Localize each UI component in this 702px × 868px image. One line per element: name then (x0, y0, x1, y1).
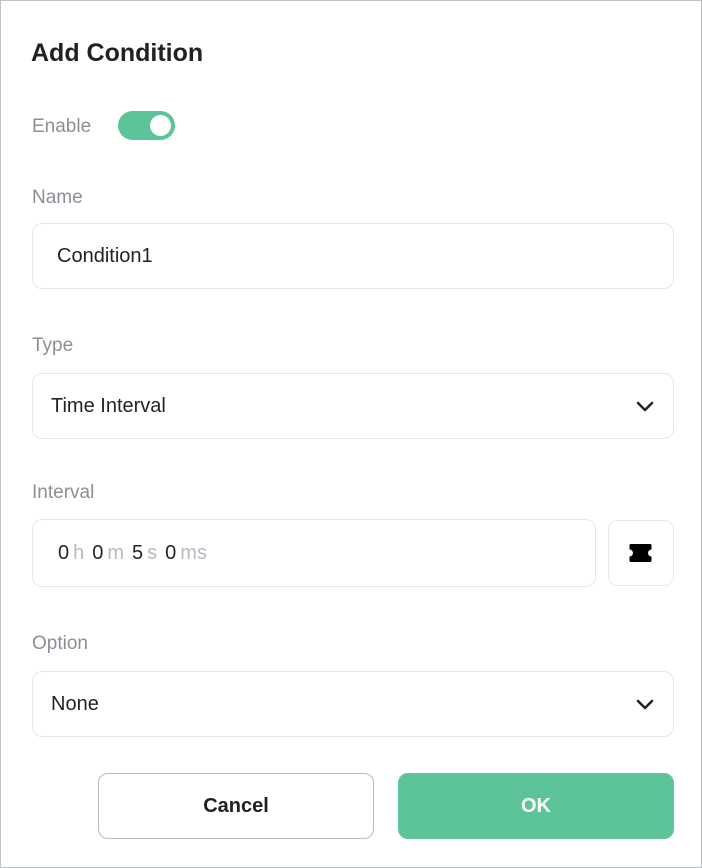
type-label: Type (32, 335, 74, 356)
toggle-knob (150, 115, 171, 136)
name-field-wrapper (32, 223, 674, 289)
dialog-title: Add Condition (31, 39, 204, 67)
option-selected-value: None (51, 692, 99, 715)
chevron-down-icon (636, 401, 654, 412)
type-selected-value: Time Interval (51, 394, 166, 417)
enable-toggle[interactable] (118, 111, 175, 140)
name-input[interactable] (33, 244, 673, 268)
hours-unit: h (73, 541, 85, 564)
variable-button[interactable] (608, 520, 674, 586)
milliseconds-value[interactable]: 0 (165, 542, 176, 565)
option-label: Option (32, 633, 88, 654)
puzzle-icon (629, 544, 652, 562)
seconds-unit: s (147, 541, 158, 564)
ok-button[interactable]: OK (398, 773, 674, 839)
milliseconds-unit: ms (180, 541, 207, 564)
cancel-button[interactable]: Cancel (98, 773, 374, 839)
type-select[interactable]: Time Interval (32, 373, 674, 439)
interval-input[interactable]: 0 h 0 m 5 s 0 ms (32, 519, 596, 587)
minutes-unit: m (107, 541, 125, 564)
seconds-value[interactable]: 5 (132, 542, 143, 565)
chevron-down-icon (636, 699, 654, 710)
add-condition-dialog: Add Condition Enable Name Type Time Inte… (0, 0, 702, 868)
name-label: Name (32, 187, 83, 208)
minutes-value[interactable]: 0 (92, 542, 103, 565)
option-select[interactable]: None (32, 671, 674, 737)
hours-value[interactable]: 0 (58, 542, 69, 565)
enable-label: Enable (32, 116, 92, 137)
interval-label: Interval (32, 482, 95, 503)
